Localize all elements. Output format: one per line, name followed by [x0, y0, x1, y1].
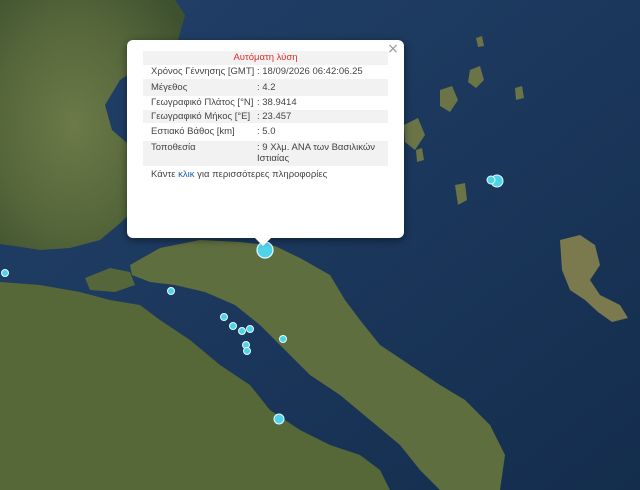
earthquake-marker[interactable]	[246, 325, 254, 333]
magnitude-label: Μέγεθος	[143, 78, 257, 96]
earthquake-info-popup: × Αυτόματη λύση Χρόνος Γέννησης [GMT] : …	[127, 40, 404, 246]
earthquake-marker[interactable]	[238, 327, 246, 335]
info-row-latitude: Γεωγραφικό Πλάτος [°N] : 38.9414	[143, 96, 388, 110]
info-row-magnitude: Μέγεθος : 4.2	[143, 78, 388, 96]
earthquake-marker[interactable]	[1, 269, 9, 277]
depth-label: Εστιακό Βάθος [km]	[151, 126, 235, 137]
more-info-footer: Κάντε κλικ για περισσότερες πληροφορίες	[143, 169, 388, 180]
info-row-depth: Εστιακό Βάθος [km] : 5.0	[143, 123, 388, 141]
close-icon[interactable]: ×	[386, 42, 400, 56]
magnitude-value: : 4.2	[257, 78, 388, 96]
depth-value: : 5.0	[257, 126, 276, 137]
location-label: Τοποθεσία	[143, 140, 257, 166]
footer-suffix: για περισσότερες πληροφορίες	[197, 168, 328, 180]
location-value: : 9 Χλμ. ΑΝΑ των Βασιλικών Ιστιαίας	[257, 140, 388, 166]
info-row-location: Τοποθεσία : 9 Χλμ. ΑΝΑ των Βασιλικών Ιστ…	[143, 140, 388, 166]
info-row-origin-time: Χρόνος Γέννησης [GMT] : 18/09/2026 06:42…	[143, 65, 388, 79]
earthquake-marker[interactable]	[279, 335, 287, 343]
earthquake-marker[interactable]	[243, 347, 251, 355]
popup-title: Αυτόματη λύση	[143, 51, 388, 65]
earthquake-marker[interactable]	[229, 322, 237, 330]
origin-time-label: Χρόνος Γέννησης [GMT]	[151, 66, 255, 77]
earthquake-marker[interactable]	[486, 175, 496, 185]
info-row-longitude: Γεωγραφικό Μήκος [°E] : 23.457	[143, 109, 388, 123]
earthquake-marker[interactable]	[273, 413, 285, 425]
latitude-value: : 38.9414	[257, 97, 297, 108]
longitude-value: : 23.457	[257, 109, 388, 123]
footer-prefix: Κάντε	[151, 168, 176, 180]
earthquake-marker[interactable]	[167, 287, 175, 295]
latitude-label: Γεωγραφικό Πλάτος [°N]	[151, 97, 254, 108]
more-info-link[interactable]: κλικ	[178, 169, 194, 180]
earthquake-details-table: Χρόνος Γέννησης [GMT] : 18/09/2026 06:42…	[143, 65, 388, 166]
earthquake-marker[interactable]	[220, 313, 228, 321]
origin-time-value: : 18/09/2026 06:42:06.25	[257, 66, 363, 77]
longitude-label: Γεωγραφικό Μήκος [°E]	[143, 109, 257, 123]
